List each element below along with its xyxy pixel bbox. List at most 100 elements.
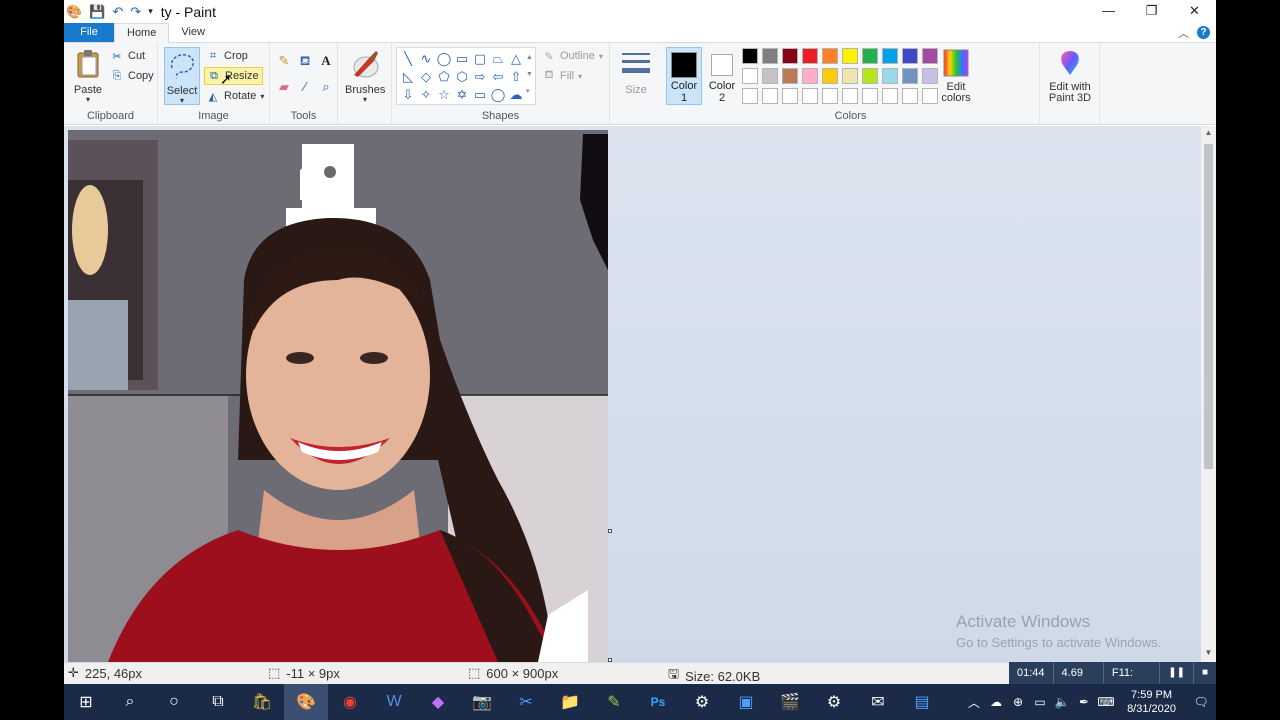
six-point-star-shape-icon[interactable]: ✡ [453,86,471,104]
palette-swatch[interactable] [862,68,878,84]
settings-icon[interactable]: ⚙ [680,684,724,720]
palette-swatch[interactable] [822,88,838,104]
oval-shape-icon[interactable]: ◯ [435,50,453,68]
callout-oval-shape-icon[interactable]: ◯ [489,86,507,104]
palette-swatch[interactable] [882,88,898,104]
diamond-shape-icon[interactable]: ◇ [417,68,435,86]
four-point-star-shape-icon[interactable]: ✧ [417,86,435,104]
crop-button[interactable]: ⌗ Crop [206,47,248,65]
brushes-button[interactable]: Brushes ▾ [345,49,385,104]
palette-swatch[interactable] [922,88,938,104]
pentagon-shape-icon[interactable]: ⬠ [435,68,453,86]
snip-icon[interactable]: ✂ [504,684,548,720]
right-triangle-shape-icon[interactable]: ◺ [399,68,417,86]
palette-swatch[interactable] [862,48,878,64]
photos-icon[interactable]: ▣ [724,684,768,720]
chrome-icon[interactable]: ◉ [328,684,372,720]
palette-swatch[interactable] [922,68,938,84]
fill-button[interactable]: ⛾ Fill ▾ [542,67,583,85]
rotate-button[interactable]: ◭ Rotate ▾ [206,87,265,105]
vertical-scrollbar[interactable]: ▲ ▼ [1201,126,1216,662]
palette-swatch[interactable] [742,68,758,84]
save-icon[interactable]: 💾 [89,4,105,20]
palette-swatch[interactable] [902,48,918,64]
callout-rectangle-shape-icon[interactable]: ▭ [471,86,489,104]
network-icon[interactable]: ⊕ [1007,695,1029,709]
palette-swatch[interactable] [782,68,798,84]
select-dropdown-icon[interactable]: ▾ [165,97,199,105]
five-point-star-shape-icon[interactable]: ☆ [435,86,453,104]
help-icon[interactable]: ? [1197,26,1210,39]
canvas-image[interactable] [68,130,608,662]
shapes-scroll[interactable]: ▲ ▼ ▾ [526,49,533,100]
scroll-down-arrow-icon[interactable]: ▼ [1201,646,1216,660]
tab-home[interactable]: Home [114,23,170,43]
store-icon[interactable]: 🛍 [240,684,284,720]
paste-button[interactable]: Paste ▾ [72,49,104,104]
curve-shape-icon[interactable]: ∿ [417,50,435,68]
collapse-ribbon-icon[interactable]: ︿ [1178,25,1189,41]
volume-icon[interactable]: 🔈 [1051,695,1073,709]
recorder-stop-icon[interactable]: ■ [1194,662,1216,684]
color1-button[interactable]: Color 1 [666,47,702,105]
recorder-pause-icon[interactable]: ❚❚ [1160,662,1194,684]
undo-icon[interactable]: ↶ [112,4,123,20]
paint3d-taskbar-icon[interactable]: ◆ [416,684,460,720]
resize-button[interactable]: ⧉ Resize [204,67,263,85]
brushes-dropdown-icon[interactable]: ▾ [345,96,385,104]
outline-dropdown-icon[interactable]: ▾ [599,52,603,61]
task-view-icon[interactable]: ⧉ [196,684,240,720]
canvas-workspace[interactable] [64,126,1201,662]
fill-dropdown-icon[interactable]: ▾ [578,72,582,81]
restore-button[interactable]: ❐ [1130,0,1173,23]
select-button[interactable]: Select ▾ [164,47,200,105]
palette-swatch[interactable] [902,68,918,84]
scrollbar-thumb[interactable] [1204,144,1213,469]
down-arrow-shape-icon[interactable]: ⇩ [399,86,417,104]
paint-app-icon[interactable]: 🎨 [66,4,82,20]
palette-swatch[interactable] [762,48,778,64]
edit-colors-button[interactable]: Edit colors [938,49,974,104]
right-arrow-shape-icon[interactable]: ⇨ [471,68,489,86]
palette-swatch[interactable] [842,68,858,84]
rotate-dropdown-icon[interactable]: ▾ [260,92,264,101]
hexagon-shape-icon[interactable]: ⬡ [453,68,471,86]
palette-swatch[interactable] [802,88,818,104]
palette-swatch[interactable] [922,48,938,64]
mail-icon[interactable]: ✉ [856,684,900,720]
size-button[interactable]: Size [618,49,654,96]
polygon-shape-icon[interactable]: ⏢ [489,50,507,68]
pencil-icon[interactable]: ✎ [274,51,294,71]
paint-taskbar-icon[interactable]: 🎨 [284,684,328,720]
cortana-icon[interactable]: ○ [152,684,196,720]
battery-icon[interactable]: ▭ [1029,695,1051,709]
keyboard-icon[interactable]: ⌨ [1095,695,1117,709]
minimize-button[interactable]: — [1087,0,1130,23]
clock[interactable]: 7:59 PM 8/31/2020 [1117,688,1186,716]
search-icon[interactable]: ⌕ [108,684,152,720]
palette-swatch[interactable] [822,68,838,84]
palette-swatch[interactable] [902,88,918,104]
cut-button[interactable]: ✂ Cut [110,47,145,65]
palette-swatch[interactable] [742,88,758,104]
palette-swatch[interactable] [782,88,798,104]
rounded-rectangle-shape-icon[interactable]: ▢ [471,50,489,68]
camera-icon[interactable]: 📷 [460,684,504,720]
edit-with-paint3d-button[interactable]: Edit with Paint 3D [1044,49,1096,104]
callout-cloud-shape-icon[interactable]: ☁ [507,86,525,104]
text-tool-icon[interactable]: A [316,51,336,71]
onedrive-icon[interactable]: ☁ [985,695,1007,709]
word-icon[interactable]: W [372,684,416,720]
notepad-plus-icon[interactable]: ✎ [592,684,636,720]
rectangle-shape-icon[interactable]: ▭ [453,50,471,68]
control-panel-icon[interactable]: ⚙ [812,684,856,720]
palette-swatch[interactable] [882,68,898,84]
tray-chevron-icon[interactable]: ︿ [963,694,985,711]
copy-button[interactable]: ⎘ Copy [110,67,154,85]
palette-swatch[interactable] [762,88,778,104]
canvas-resize-handle-right[interactable] [608,529,612,533]
color2-button[interactable]: Color 2 [704,47,740,105]
scroll-up-arrow-icon[interactable]: ▲ [1201,126,1216,140]
pen-icon[interactable]: ✒ [1073,695,1095,709]
photoshop-icon[interactable]: Ps [636,684,680,720]
